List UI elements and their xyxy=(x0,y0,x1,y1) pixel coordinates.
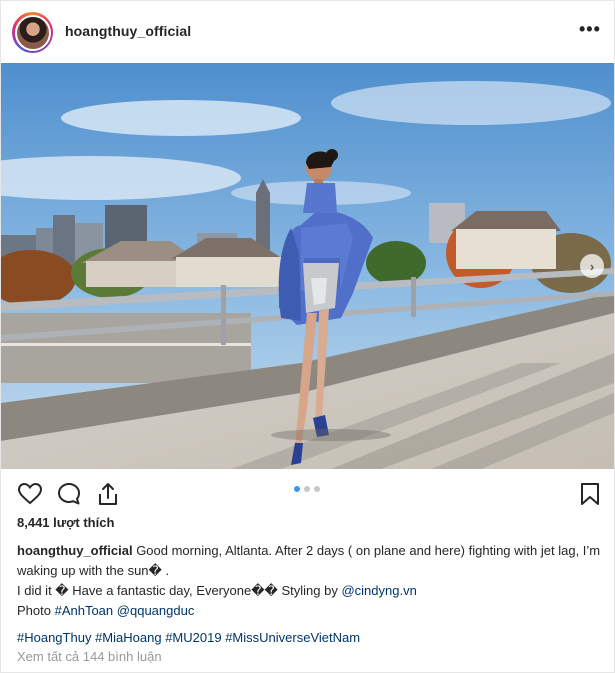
avatar-ring[interactable] xyxy=(12,12,53,53)
avatar[interactable] xyxy=(14,14,51,51)
mention-link[interactable]: @cindyng.vn xyxy=(341,583,416,598)
comment-icon[interactable] xyxy=(56,481,82,507)
post-header: hoangthuy_official ••• xyxy=(1,1,614,63)
hashtag-list: #HoangThuy #MiaHoang #MU2019 #MissUniver… xyxy=(17,628,360,648)
carousel-dot xyxy=(304,486,310,492)
instagram-post: hoangthuy_official ••• › 8,441 lượt thíc… xyxy=(0,0,615,673)
hashtag-link[interactable]: #AnhToan xyxy=(55,603,114,618)
photo-illustration xyxy=(1,63,614,469)
mention-link[interactable]: @qquangduc xyxy=(117,603,195,618)
caption-username[interactable]: hoangthuy_official xyxy=(17,543,133,558)
view-all-comments-link[interactable]: Xem tất cả 144 bình luận xyxy=(17,649,162,664)
bookmark-icon[interactable] xyxy=(577,481,603,507)
carousel-dot xyxy=(314,486,320,492)
hashtag-link[interactable]: #MU2019 xyxy=(165,630,221,645)
carousel-dot-active xyxy=(294,486,300,492)
carousel-indicator xyxy=(294,486,320,492)
header-username[interactable]: hoangthuy_official xyxy=(65,23,191,39)
more-horizontal-icon[interactable]: ••• xyxy=(579,20,601,38)
chevron-right-icon[interactable]: › xyxy=(580,254,604,278)
heart-icon[interactable] xyxy=(17,481,43,507)
action-bar xyxy=(1,471,614,515)
post-caption: hoangthuy_official Good morning, Altlant… xyxy=(17,541,602,621)
hashtag-link[interactable]: #MissUniverseVietNam xyxy=(225,630,360,645)
post-photo[interactable]: › xyxy=(1,63,614,469)
like-count[interactable]: 8,441 lượt thích xyxy=(17,515,114,530)
hashtag-link[interactable]: #MiaHoang xyxy=(95,630,162,645)
share-icon[interactable] xyxy=(95,481,121,507)
caption-line3: Photo xyxy=(17,603,55,618)
caption-line2: I did it � Have a fantastic day, Everyon… xyxy=(17,583,342,598)
hashtag-link[interactable]: #HoangThuy xyxy=(17,630,91,645)
